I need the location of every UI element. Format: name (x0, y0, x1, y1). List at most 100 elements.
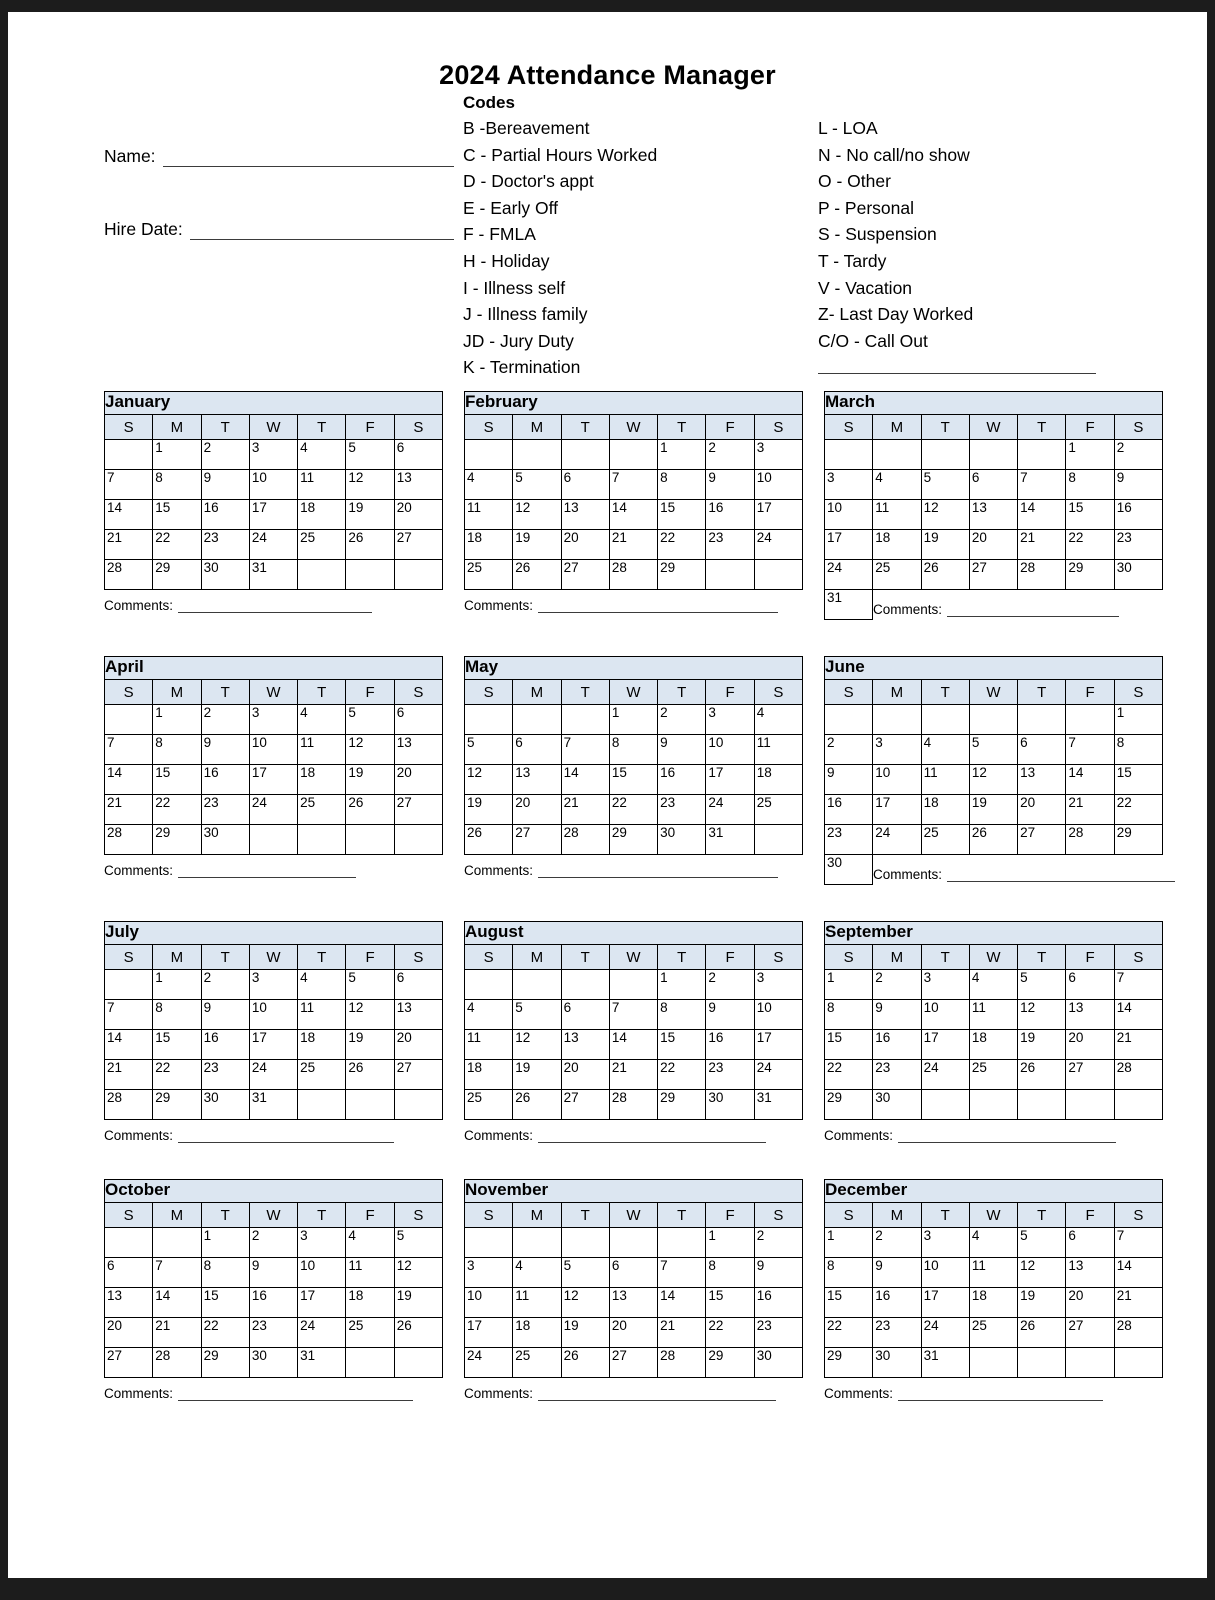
calendar-cell-day-24[interactable]: 24 (753, 529, 804, 560)
calendar-cell-day-7[interactable]: 7 (657, 1257, 707, 1288)
comments-input[interactable] (178, 599, 373, 613)
calendar-cell-empty[interactable] (872, 439, 922, 470)
calendar-cell-empty[interactable] (297, 1089, 347, 1120)
calendar-cell-day-17[interactable]: 17 (705, 764, 755, 795)
calendar-cell-empty[interactable] (463, 704, 514, 735)
calendar-cell-empty[interactable] (753, 824, 804, 855)
calendar-cell-day-25[interactable]: 25 (463, 559, 514, 590)
calendar-cell-day-24[interactable]: 24 (297, 1317, 347, 1348)
calendar-cell-day-11[interactable]: 11 (463, 499, 514, 530)
calendar-cell-day-1[interactable]: 1 (608, 704, 659, 735)
calendar-cell-day-28[interactable]: 28 (560, 824, 610, 855)
calendar-cell-day-22[interactable]: 22 (657, 1059, 707, 1090)
calendar-cell-day-30[interactable]: 30 (200, 824, 250, 855)
calendar-cell-day-7[interactable]: 7 (103, 469, 154, 500)
calendar-cell-day-16[interactable]: 16 (200, 764, 250, 795)
calendar-cell-day-15[interactable]: 15 (823, 1029, 874, 1060)
calendar-cell-day-2[interactable]: 2 (705, 969, 755, 1000)
calendar-cell-day-17[interactable]: 17 (920, 1029, 970, 1060)
calendar-cell-empty[interactable] (560, 1227, 610, 1258)
calendar-cell-day-27[interactable]: 27 (608, 1347, 659, 1378)
calendar-cell-day-23[interactable]: 23 (248, 1317, 299, 1348)
calendar-cell-day-4[interactable]: 4 (512, 1257, 562, 1288)
calendar-cell-day-6[interactable]: 6 (1017, 734, 1067, 765)
calendar-cell-day-14[interactable]: 14 (103, 764, 154, 795)
calendar-cell-day-14[interactable]: 14 (1113, 999, 1164, 1030)
calendar-cell-day-9[interactable]: 9 (705, 999, 755, 1030)
calendar-cell-day-8[interactable]: 8 (152, 469, 202, 500)
calendar-cell-day-10[interactable]: 10 (823, 499, 874, 530)
calendar-cell-day-1[interactable]: 1 (657, 439, 707, 470)
calendar-cell-day-12[interactable]: 12 (920, 499, 970, 530)
calendar-cell-day-15[interactable]: 15 (657, 1029, 707, 1060)
calendar-cell-day-7[interactable]: 7 (1065, 734, 1115, 765)
calendar-cell-day-23[interactable]: 23 (1113, 529, 1164, 560)
calendar-cell-day-17[interactable]: 17 (753, 499, 804, 530)
calendar-cell-day-3[interactable]: 3 (463, 1257, 514, 1288)
calendar-cell-day-14[interactable]: 14 (152, 1287, 202, 1318)
calendar-cell-day-27[interactable]: 27 (393, 529, 444, 560)
calendar-cell-day-4[interactable]: 4 (872, 469, 922, 500)
calendar-cell-day-21[interactable]: 21 (103, 1059, 154, 1090)
calendar-cell-empty[interactable] (968, 439, 1019, 470)
calendar-cell-day-23[interactable]: 23 (200, 529, 250, 560)
calendar-cell-empty[interactable] (823, 439, 874, 470)
calendar-cell-empty[interactable] (608, 439, 659, 470)
calendar-cell-day-2[interactable]: 2 (872, 1227, 922, 1258)
name-input[interactable] (162, 149, 454, 167)
calendar-cell-day-18[interactable]: 18 (463, 529, 514, 560)
calendar-cell-empty[interactable] (608, 969, 659, 1000)
calendar-cell-empty[interactable] (103, 969, 154, 1000)
calendar-cell-day-3[interactable]: 3 (920, 1227, 970, 1258)
calendar-cell-day-24[interactable]: 24 (705, 794, 755, 825)
calendar-cell-day-15[interactable]: 15 (152, 764, 202, 795)
calendar-cell-day-25[interactable]: 25 (463, 1089, 514, 1120)
calendar-cell-day-16[interactable]: 16 (705, 499, 755, 530)
calendar-cell-day-2[interactable]: 2 (200, 439, 250, 470)
calendar-cell-day-1[interactable]: 1 (1065, 439, 1115, 470)
calendar-cell-day-26[interactable]: 26 (512, 559, 562, 590)
calendar-cell-day-18[interactable]: 18 (512, 1317, 562, 1348)
calendar-cell-day-29[interactable]: 29 (152, 824, 202, 855)
calendar-cell-day-18[interactable]: 18 (753, 764, 804, 795)
calendar-cell-empty[interactable] (1065, 1347, 1115, 1378)
calendar-cell-day-17[interactable]: 17 (920, 1287, 970, 1318)
calendar-cell-day-20[interactable]: 20 (1065, 1287, 1115, 1318)
calendar-cell-day-16[interactable]: 16 (248, 1287, 299, 1318)
calendar-cell-day-16[interactable]: 16 (823, 794, 874, 825)
calendar-cell-day-7[interactable]: 7 (1017, 469, 1067, 500)
calendar-cell-day-11[interactable]: 11 (297, 999, 347, 1030)
calendar-cell-day-24[interactable]: 24 (753, 1059, 804, 1090)
calendar-cell-day-15[interactable]: 15 (608, 764, 659, 795)
calendar-cell-empty[interactable] (512, 439, 562, 470)
calendar-cell-day-28[interactable]: 28 (1065, 824, 1115, 855)
calendar-cell-day-5[interactable]: 5 (968, 734, 1019, 765)
calendar-cell-day-5[interactable]: 5 (463, 734, 514, 765)
comments-input[interactable] (538, 599, 779, 613)
calendar-cell-day-19[interactable]: 19 (512, 1059, 562, 1090)
calendar-cell-day-30[interactable]: 30 (872, 1089, 922, 1120)
calendar-cell-day-29[interactable]: 29 (705, 1347, 755, 1378)
calendar-cell-day-26[interactable]: 26 (345, 1059, 395, 1090)
calendar-cell-day-12[interactable]: 12 (1017, 999, 1067, 1030)
calendar-cell-empty[interactable] (393, 1347, 444, 1378)
comments-input[interactable] (898, 1387, 1104, 1401)
calendar-cell-day-7[interactable]: 7 (1113, 969, 1164, 1000)
calendar-cell-day-25[interactable]: 25 (753, 794, 804, 825)
calendar-cell-day-5[interactable]: 5 (560, 1257, 610, 1288)
calendar-cell-day-20[interactable]: 20 (1017, 794, 1067, 825)
calendar-cell-day-14[interactable]: 14 (608, 499, 659, 530)
comments-input[interactable] (898, 1129, 1117, 1143)
calendar-cell-day-18[interactable]: 18 (968, 1287, 1019, 1318)
calendar-cell-empty[interactable] (463, 1227, 514, 1258)
calendar-cell-day-27[interactable]: 27 (968, 559, 1019, 590)
calendar-cell-day-7[interactable]: 7 (152, 1257, 202, 1288)
calendar-cell-day-13[interactable]: 13 (1065, 1257, 1115, 1288)
calendar-cell-day-22[interactable]: 22 (200, 1317, 250, 1348)
calendar-cell-day-4[interactable]: 4 (463, 469, 514, 500)
calendar-cell-day-19[interactable]: 19 (1017, 1029, 1067, 1060)
calendar-cell-day-2[interactable]: 2 (823, 734, 874, 765)
comments-input[interactable] (178, 1387, 414, 1401)
calendar-cell-empty[interactable] (345, 824, 395, 855)
calendar-cell-day-11[interactable]: 11 (968, 1257, 1019, 1288)
